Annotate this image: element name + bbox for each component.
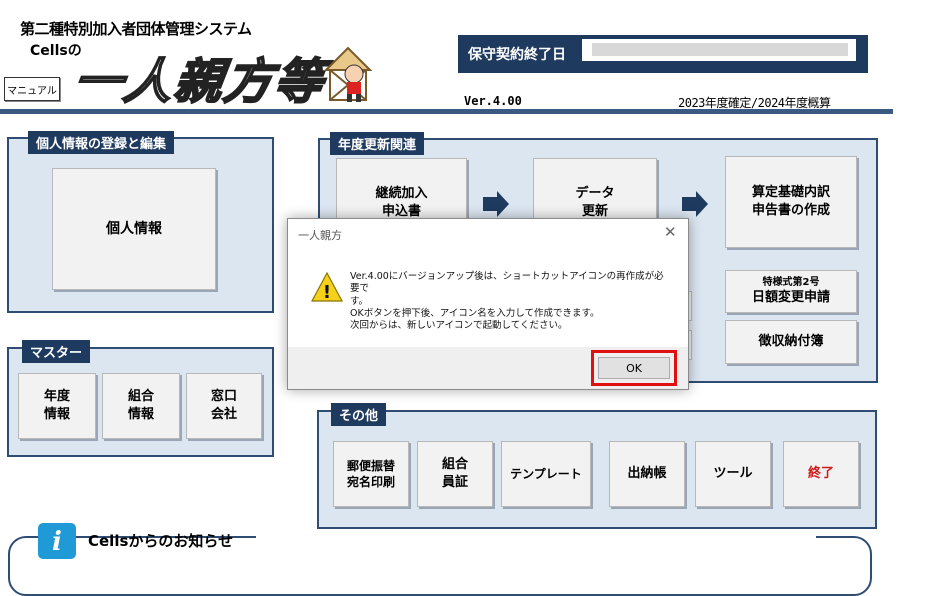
dialog-title: 一人親方 [298,229,342,242]
union-info-line2: 情報 [127,407,154,422]
exit-label: 終了 [807,466,834,482]
warning-icon: ! [310,271,344,303]
dialog-message: Ver.4.00にバージョンアップ後は、ショートカットアイコンの再作成が必要で … [350,271,670,333]
version-upgrade-dialog: 一人親方 ✕ ! Ver.4.00にバージョンアップ後は、ショートカットアイコン… [287,218,689,390]
app-name-logo: 一人親方等 [69,53,329,111]
cashbook-button[interactable]: 出納帳 [609,441,685,507]
personal-info-button-label: 個人情報 [106,220,162,237]
exit-button[interactable]: 終了 [783,441,859,507]
cells-label: Cellsの [30,43,82,59]
template-button[interactable]: テンプレート [501,441,591,507]
info-glyph-icon: i [42,527,62,557]
news-title: Cellsからのお知らせ [88,532,234,550]
calc-report-button[interactable]: 算定基礎内訳 申告書の作成 [725,156,857,248]
template-label: テンプレート [510,466,582,481]
postal-line2: 宛名印刷 [346,475,395,489]
annual-renewal-panel-title: 年度更新関連 [330,132,425,155]
postal-label-print-button[interactable]: 郵便振替 宛名印刷 [333,441,409,507]
data-update-line1: データ [575,186,615,202]
postal-line1: 郵便振替 [346,458,395,473]
renewal-line1: 継続加入 [375,186,428,202]
master-panel-title: マスター [22,340,91,363]
calc-report-line2: 申告書の作成 [751,203,830,218]
other-panel-title: その他 [331,403,387,426]
union-info-button[interactable]: 組合 情報 [102,373,180,439]
personal-info-panel-title: 個人情報の登録と編集 [28,131,175,154]
year-info-button[interactable]: 年度 情報 [18,373,96,439]
header-divider [0,109,893,114]
contact-company-line2: 会社 [210,407,237,422]
year-info-line1: 年度 [43,389,70,405]
manual-button[interactable]: マニュアル [4,77,60,101]
tools-label: ツール [713,466,753,482]
arrow-right-icon [682,191,708,217]
system-title: 第二種特別加入者団体管理システム [20,20,252,38]
info-icon-letter: i [52,527,62,557]
cashbook-label: 出納帳 [627,466,667,482]
member-card-line1: 組合 [441,457,468,473]
form-number-note: 特様式第2号 [762,276,820,288]
daily-amount-change-label: 日額変更申請 [751,290,830,306]
arrow-right-icon [483,191,509,217]
dialog-message-line: す。 [350,295,369,307]
union-info-line1: 組合 [127,389,154,405]
dialog-message-line: OKボタンを押下後、アイコン名を入力して作成できます。 [350,308,600,320]
version-label: Ver.4.00 [464,94,522,108]
maintenance-end-value [592,43,848,56]
member-card-button[interactable]: 組合 員証 [417,441,493,507]
daily-amount-change-button[interactable]: 特様式第2号 日額変更申請 [725,270,857,313]
contact-company-button[interactable]: 窓口 会社 [186,373,262,439]
news-title-gap [256,530,816,538]
dialog-message-line: Ver.4.00にバージョンアップ後は、ショートカットアイコンの再作成が必要で [350,271,664,295]
ok-button[interactable]: OK [598,357,670,379]
mascot-carpenter-icon [323,46,373,102]
close-icon[interactable]: ✕ [664,223,677,241]
info-icon: i [38,523,76,559]
collection-ledger-button[interactable]: 徴収納付簿 [725,320,857,364]
year-info-line2: 情報 [43,407,70,422]
warning-glyph: ! [323,282,331,303]
contact-company-line1: 窓口 [210,389,237,405]
calc-report-line1: 算定基礎内訳 [751,185,830,201]
dialog-message-line: 次回からは、新しいアイコンで起動してください。 [350,320,568,332]
collection-ledger-label: 徴収納付簿 [758,334,824,350]
tools-button[interactable]: ツール [695,441,771,507]
member-card-line2: 員証 [441,475,468,490]
maintenance-end-label: 保守契約終了日 [468,47,566,63]
personal-info-button[interactable]: 個人情報 [52,168,216,290]
